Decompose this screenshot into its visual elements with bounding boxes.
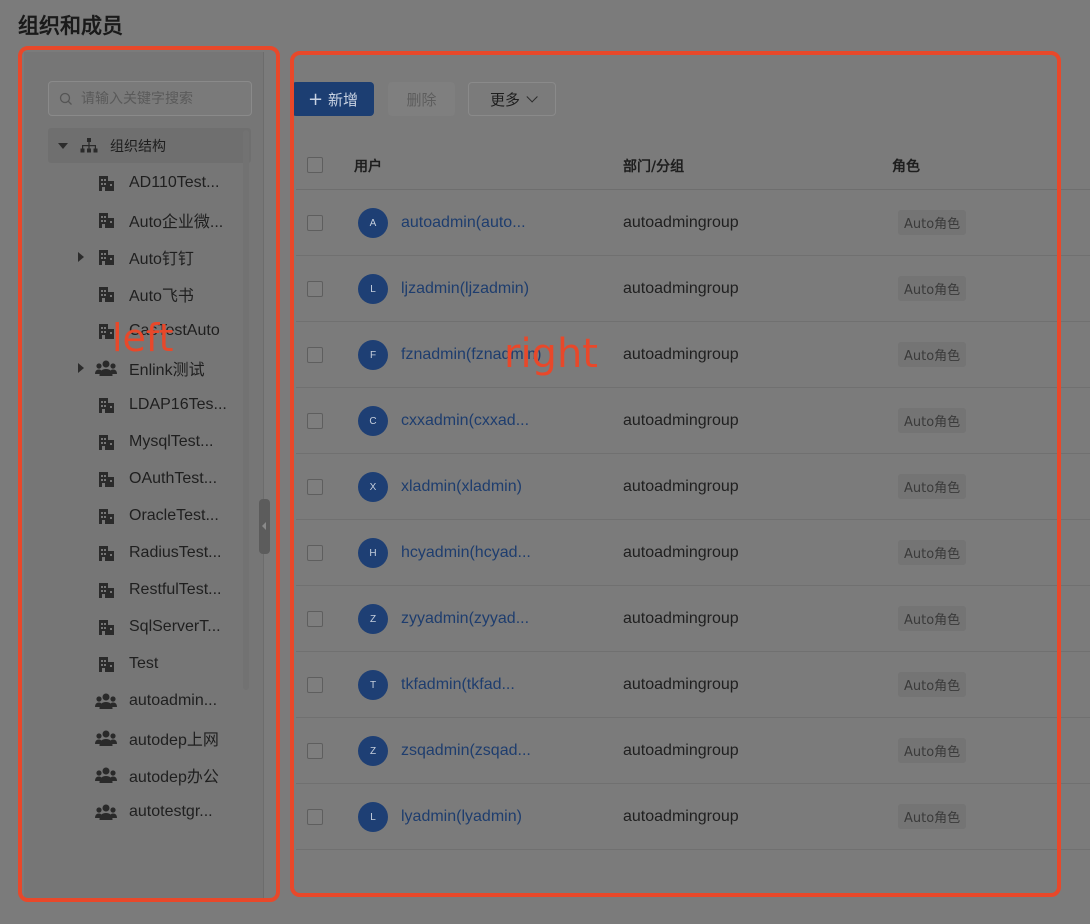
page-title: 组织和成员 [18, 14, 123, 38]
left-region-highlight [18, 46, 280, 902]
right-region-highlight [290, 51, 1061, 897]
